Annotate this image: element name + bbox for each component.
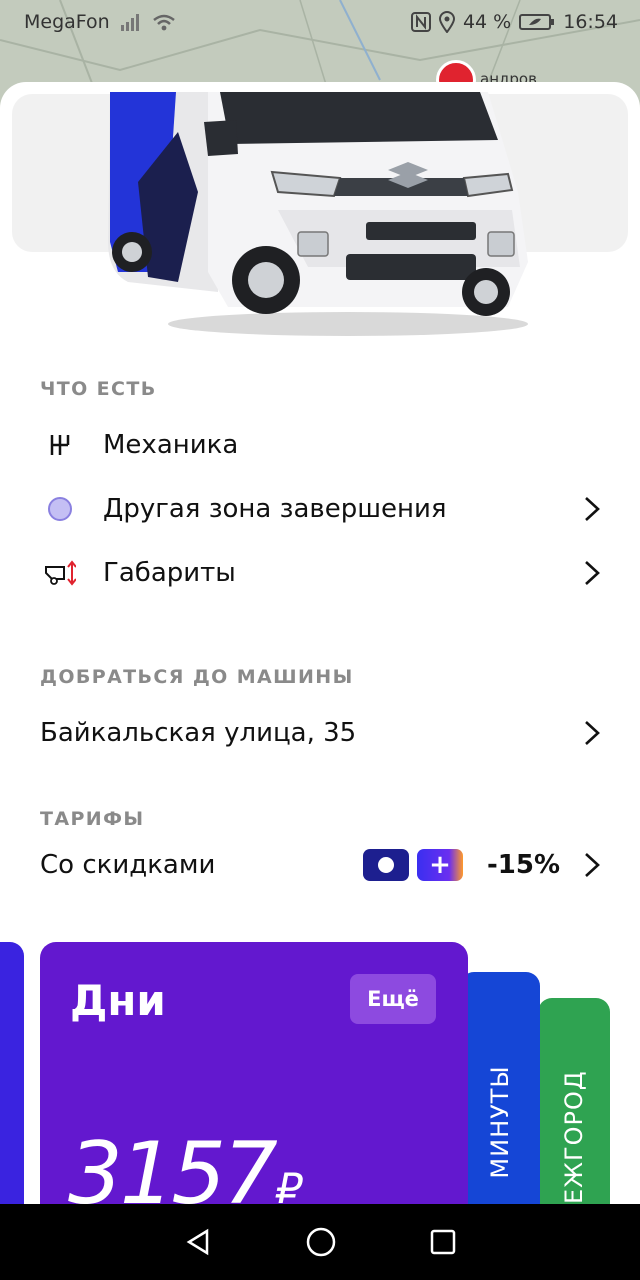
promo-badges: + -15% xyxy=(362,849,560,881)
signal-icon xyxy=(120,14,139,31)
system-nav-bar xyxy=(0,1204,640,1280)
route-address: Байкальская улица, 35 xyxy=(40,718,357,748)
chevron-right-icon xyxy=(585,497,600,521)
feature-label: Механика xyxy=(103,430,239,460)
back-icon[interactable] xyxy=(183,1227,213,1257)
wifi-icon xyxy=(152,14,175,31)
dimensions-icon xyxy=(44,557,76,589)
feature-row-transmission: Механика xyxy=(0,420,640,470)
tariffs-title: ТАРИФЫ xyxy=(40,808,145,830)
discount-value: -15% xyxy=(486,850,560,880)
subscription-badge xyxy=(362,849,409,881)
recents-icon[interactable] xyxy=(429,1228,457,1256)
plus-badge: + xyxy=(416,849,463,881)
car-sheet: ЧТО ЕСТЬ Механика Другая зона завершения… xyxy=(0,82,640,1204)
chevron-right-icon xyxy=(585,853,600,877)
feature-label: Другая зона завершения xyxy=(103,494,447,524)
gearbox-icon xyxy=(44,429,76,461)
features-title: ЧТО ЕСТЬ xyxy=(40,378,157,400)
feature-row-zone[interactable]: Другая зона завершения xyxy=(0,484,640,534)
battery-percent: 44 % xyxy=(462,11,512,33)
chevron-right-icon xyxy=(585,721,600,745)
home-icon[interactable] xyxy=(305,1226,337,1258)
carrier-name: MegaFon xyxy=(24,11,110,33)
battery-icon xyxy=(519,14,555,30)
chevron-right-icon xyxy=(585,561,600,585)
tariff-card-previous[interactable] xyxy=(0,942,24,1204)
tariff-price: 3157 xyxy=(68,1124,278,1204)
status-bar: MegaFon 44 % 16:54 xyxy=(0,0,640,44)
route-row[interactable]: Байкальская улица, 35 xyxy=(0,708,640,758)
discount-label: Со скидками xyxy=(40,850,216,880)
feature-row-dimensions[interactable]: Габариты xyxy=(0,548,640,598)
discount-row[interactable]: Со скидками + -15% xyxy=(0,840,640,890)
location-icon xyxy=(438,11,455,33)
van-image xyxy=(108,92,528,336)
clock: 16:54 xyxy=(563,11,618,33)
tariff-card-label: МИНУТЫ xyxy=(486,1065,514,1179)
more-button[interactable]: Ещё xyxy=(350,974,436,1024)
tariff-card-minutes[interactable]: МИНУТЫ xyxy=(460,972,540,1204)
nfc-icon xyxy=(410,12,431,32)
feature-label: Габариты xyxy=(103,558,236,588)
tariff-card-name: Дни xyxy=(70,976,166,1025)
zone-dot-icon xyxy=(44,493,76,525)
route-title: ДОБРАТЬСЯ ДО МАШИНЫ xyxy=(40,666,354,688)
tariff-card-label: МЕЖГОРОД xyxy=(560,1070,588,1204)
tariff-card-days[interactable]: Дни Ещё 3157 ₽ xyxy=(40,942,468,1204)
tariff-card-intercity[interactable]: МЕЖГОРОД xyxy=(538,998,610,1204)
tariff-currency: ₽ xyxy=(276,1164,303,1204)
